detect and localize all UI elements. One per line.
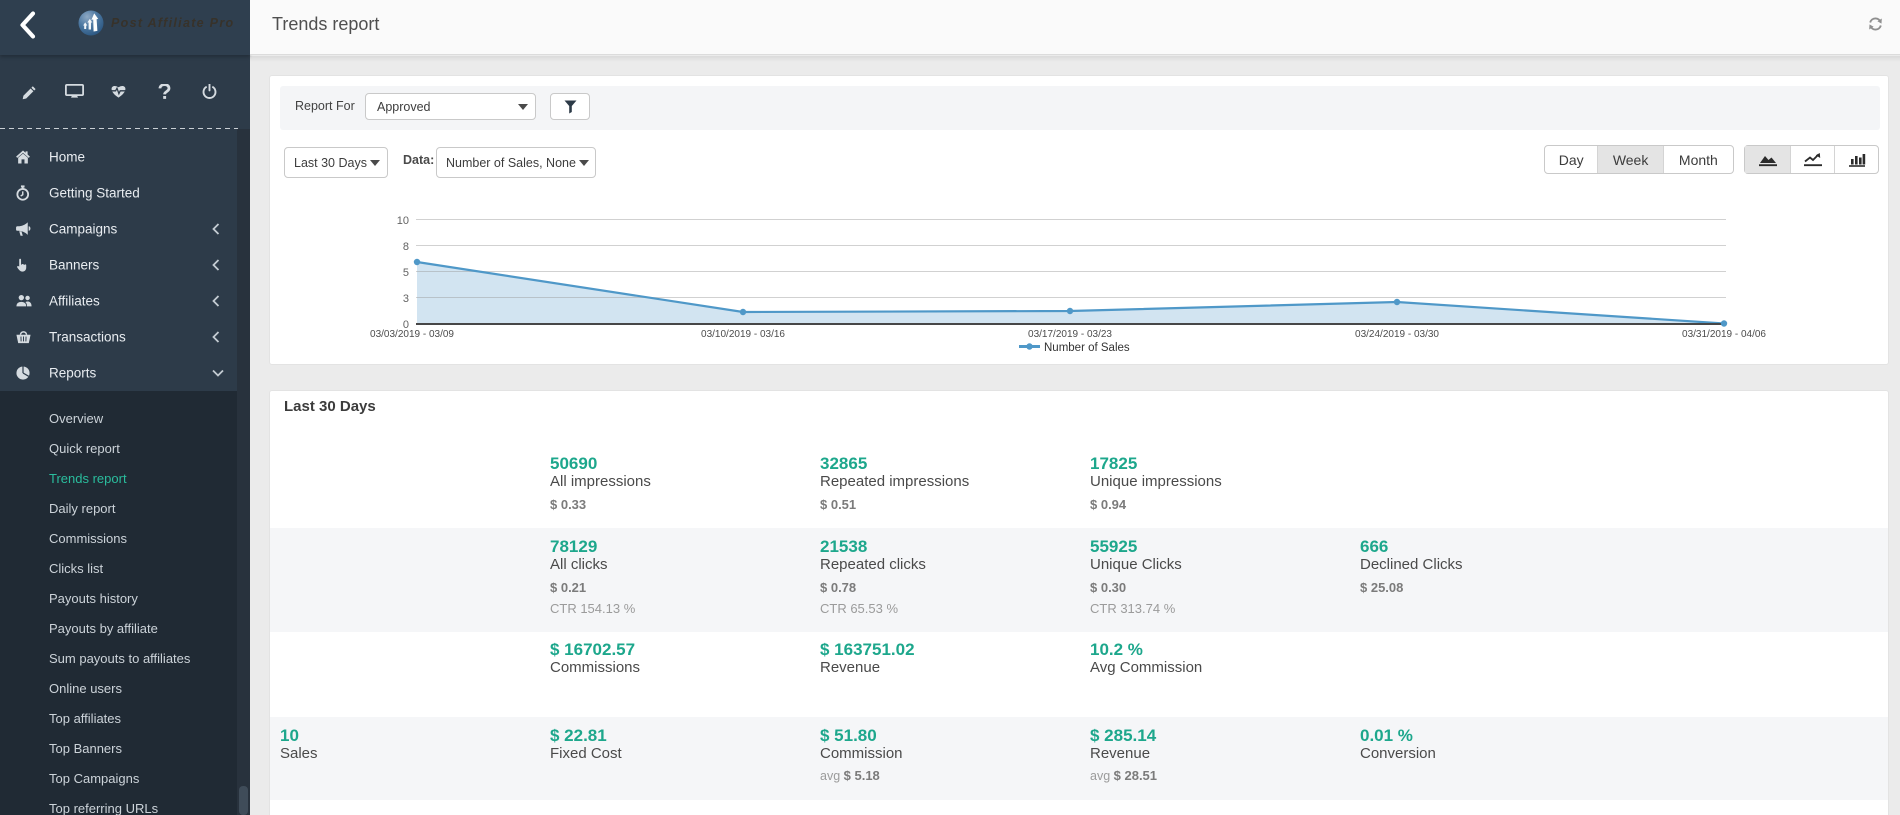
svg-text:03/24/2019 - 03/30: 03/24/2019 - 03/30 [1355, 329, 1439, 340]
svg-text:5: 5 [403, 267, 409, 279]
svg-text:10: 10 [397, 215, 409, 227]
svg-text:03/10/2019 - 03/16: 03/10/2019 - 03/16 [701, 329, 785, 340]
svg-text:03/03/2019 - 03/09: 03/03/2019 - 03/09 [370, 329, 454, 340]
svg-text:8: 8 [403, 241, 409, 253]
svg-text:3: 3 [403, 293, 409, 305]
svg-text:03/17/2019 - 03/23: 03/17/2019 - 03/23 [1028, 329, 1112, 340]
svg-text:03/31/2019 - 04/06: 03/31/2019 - 04/06 [1682, 329, 1766, 340]
svg-text:Number of Sales: Number of Sales [1044, 342, 1130, 354]
